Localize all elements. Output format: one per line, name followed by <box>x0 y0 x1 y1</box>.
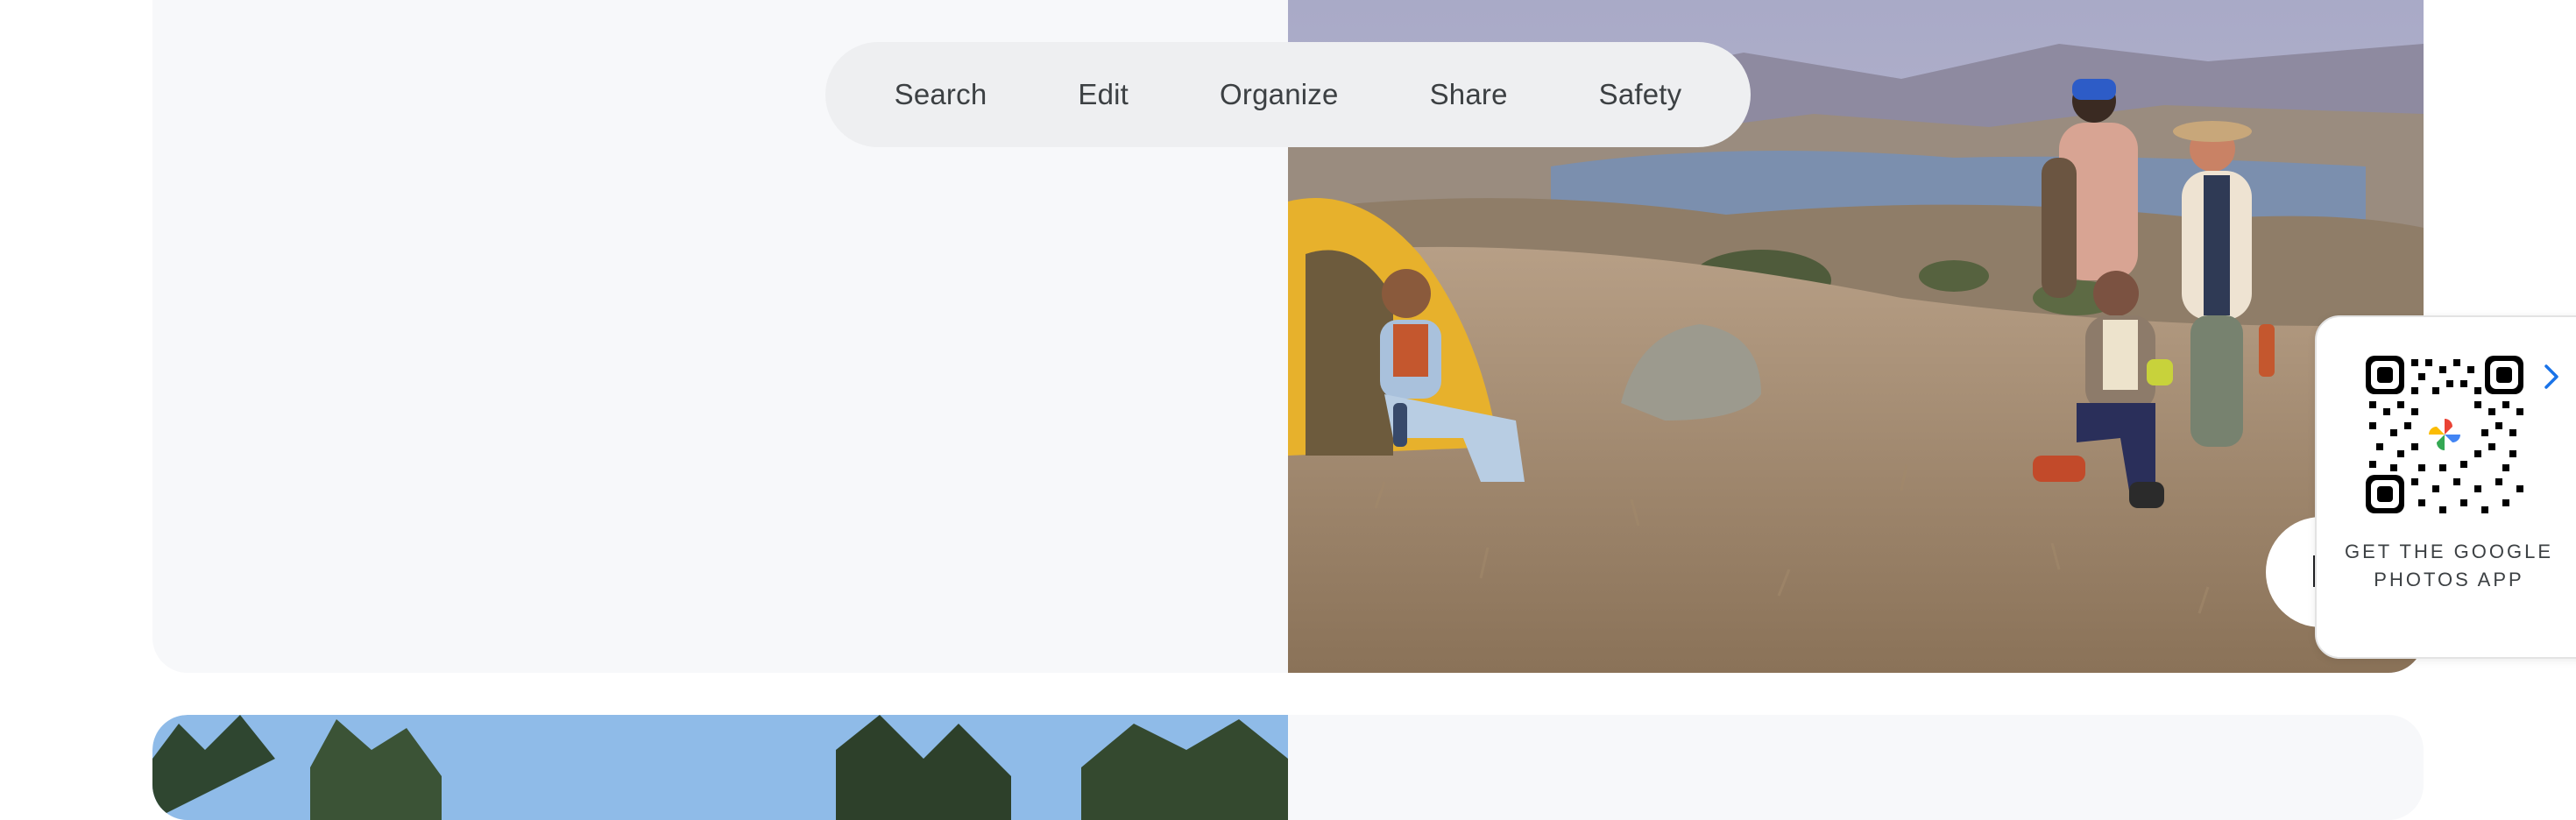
feature-nav: Search Edit Organize Share Safety <box>825 42 1751 147</box>
forest-photo <box>152 715 1288 820</box>
nav-item-search[interactable]: Search <box>849 78 1033 111</box>
nav-item-organize[interactable]: Organize <box>1174 78 1384 111</box>
qr-promo-card[interactable]: GET THE GOOGLE PHOTOS APP <box>2315 315 2576 659</box>
qr-code-icon <box>2366 356 2523 513</box>
google-photos-pinwheel-icon <box>2424 414 2466 456</box>
chevron-right-icon[interactable] <box>2541 361 2562 392</box>
nav-item-safety[interactable]: Safety <box>1553 78 1728 111</box>
nav-item-edit[interactable]: Edit <box>1032 78 1174 111</box>
forest-illustration <box>152 715 1288 820</box>
qr-caption: GET THE GOOGLE PHOTOS APP <box>2344 541 2553 590</box>
feature-card-next <box>152 715 2424 820</box>
nav-item-share[interactable]: Share <box>1384 78 1553 111</box>
